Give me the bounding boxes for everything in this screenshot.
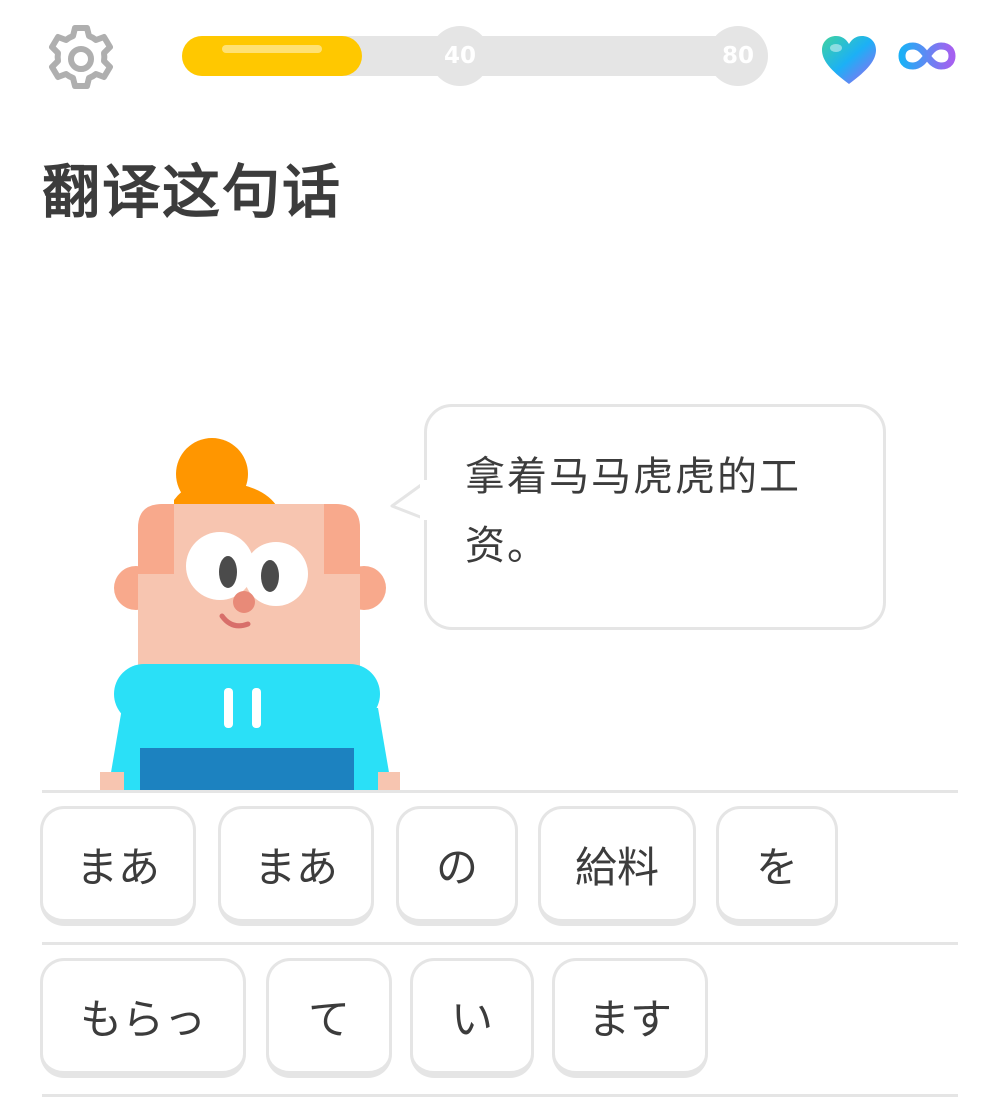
checkpoint-40: 40: [430, 26, 490, 86]
word-tile[interactable]: の: [396, 806, 518, 926]
bubble-tail-mask: [420, 480, 430, 520]
gear-icon: [49, 25, 113, 89]
word-tile[interactable]: 給料: [538, 806, 696, 926]
progress-shine: [222, 45, 322, 53]
word-tile[interactable]: て: [266, 958, 392, 1078]
word-tile[interactable]: まあ: [218, 806, 374, 926]
progress-fill: [182, 36, 363, 76]
word-tile[interactable]: もらっ: [40, 958, 246, 1078]
heart-icon[interactable]: [820, 34, 878, 86]
settings-button[interactable]: [44, 22, 118, 96]
answer-line-3: [42, 1094, 958, 1097]
character-avatar: [100, 438, 400, 790]
lesson-screen: 40 80 翻译这句话 拿着马马虎虎的工资。 まあ まあ の 給料 を もらっ …: [0, 0, 1000, 1100]
word-tile[interactable]: を: [716, 806, 838, 926]
answer-line-1: [42, 790, 958, 793]
page-title: 翻译这句话: [42, 158, 343, 226]
word-tile[interactable]: ます: [552, 958, 708, 1078]
answer-line-2: [42, 942, 958, 945]
speech-bubble: 拿着马马虎虎的工资。: [424, 404, 886, 630]
word-tile[interactable]: い: [410, 958, 534, 1078]
infinity-icon: [898, 42, 956, 70]
prompt-sentence: 拿着马马虎虎的工资。: [465, 454, 801, 569]
word-tile[interactable]: まあ: [40, 806, 196, 926]
lesson-progress-bar: 40 80: [182, 26, 768, 86]
checkpoint-80: 80: [708, 26, 768, 86]
